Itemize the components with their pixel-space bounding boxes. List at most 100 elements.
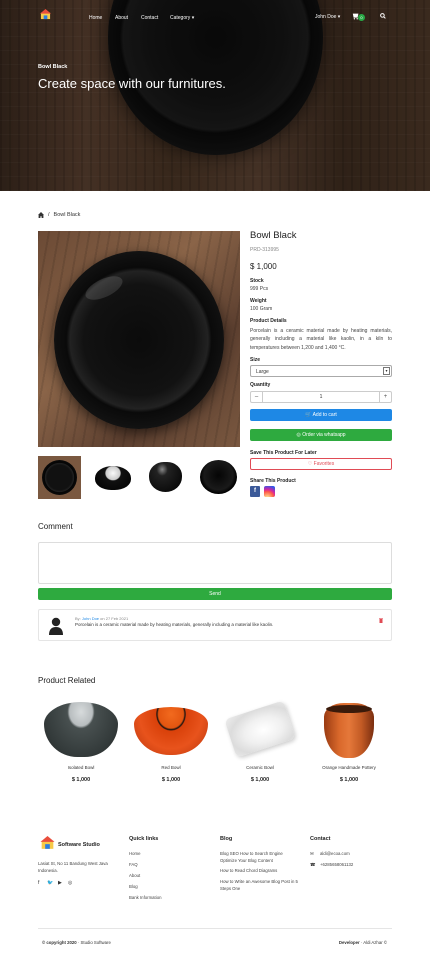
product-thumbnail[interactable] [144, 456, 187, 499]
quantity-stepper: – 1 + [250, 391, 392, 403]
nav-about[interactable]: About [115, 15, 128, 21]
related-product-name: Isolated Bowl [67, 765, 95, 770]
top-nav: Home About Contact Category ▾ John Doe ▾… [0, 0, 430, 34]
size-label: Size [250, 357, 261, 363]
footer-blog-link[interactable]: How to Write an Awesome Blog Post in 5 S… [220, 879, 300, 892]
comment-text: Porcelain is a ceramic material made by … [75, 622, 274, 627]
whatsapp-icon: ◎ [296, 432, 301, 438]
facebook-icon[interactable]: f [38, 880, 39, 886]
thumbnail-bowl [95, 466, 131, 490]
footer-link-faq[interactable]: FAQ [129, 862, 138, 869]
developer-prefix: Developer [338, 940, 360, 945]
add-to-cart-button[interactable]: 🛒 Add to cart [250, 409, 392, 421]
product-details: Porcelain is a ceramic material made by … [250, 328, 392, 351]
comment-section-title: Comment [38, 522, 73, 531]
developer-credit: Developer · Aldi Azhar © [339, 940, 387, 945]
related-product-name: Ceramic Bowl [246, 765, 274, 770]
instagram-icon[interactable]: ◎ [68, 880, 72, 886]
related-product-image [42, 697, 120, 761]
footer-phone[interactable]: +6285658061132 [320, 862, 353, 869]
details-label: Product Details [250, 318, 287, 324]
breadcrumb-current: Bowl Black [53, 212, 81, 218]
hero-title: Create space with our furnitures. [38, 76, 226, 91]
order-whatsapp-label: Order via whatsapp [302, 432, 346, 438]
footer-email[interactable]: aldi@ecoa.com [320, 851, 350, 858]
share-label: Share This Product [250, 478, 296, 484]
thumbnail-bowl [149, 462, 182, 492]
youtube-icon[interactable]: ▶ [58, 880, 62, 886]
favorite-label: Favorites [313, 461, 335, 467]
breadcrumb: / Bowl Black [38, 212, 80, 218]
related-product-price: $ 1,000 [71, 777, 91, 783]
cart-icon: 🛒 [305, 412, 312, 418]
ceramic-bowl-image [224, 700, 296, 758]
footer-blog-link[interactable]: How to Read Chord Diagrams [220, 868, 300, 875]
comment-textarea[interactable] [38, 542, 392, 584]
related-product-card[interactable]: Orange Handmade Pottery $ 1,000 [310, 697, 388, 783]
add-to-cart-label: Add to cart [312, 412, 337, 418]
quantity-label: Quantity [250, 382, 271, 388]
developer-name: · Aldi Azhar © [360, 940, 387, 945]
comment-date: on 27 Feb 2021 [100, 616, 129, 621]
nav-category-label: Category [170, 15, 191, 21]
weight-label: Weight [250, 298, 267, 304]
pottery-image [324, 703, 374, 758]
stock-label: Stock [250, 278, 264, 284]
related-product-card[interactable]: Red Bowl $ 1,000 [132, 697, 210, 783]
related-section-title: Product Related [38, 676, 96, 685]
brand-logo[interactable] [40, 9, 51, 20]
quantity-decrease-button[interactable]: – [251, 392, 263, 402]
heart-icon: ♡ [307, 461, 313, 467]
related-product-price: $ 1,000 [339, 777, 359, 783]
related-product-card[interactable]: Ceramic Bowl $ 1,000 [221, 697, 299, 783]
footer-link-blog[interactable]: Blog [129, 884, 138, 891]
size-select[interactable]: Large ▾ [250, 365, 392, 377]
send-comment-button[interactable]: Send [38, 588, 392, 600]
bowl-image [54, 251, 224, 429]
quantity-increase-button[interactable]: + [379, 392, 391, 402]
related-product-name: Red Bowl [161, 765, 181, 770]
size-selected-value: Large [256, 369, 269, 375]
nav-category[interactable]: Category ▾ [170, 15, 194, 21]
product-code: PRD-313995 [250, 247, 279, 253]
phone-icon: ☎ [310, 862, 316, 867]
product-title: Bowl Black [250, 230, 297, 241]
related-product-price: $ 1,000 [161, 777, 181, 783]
chevron-down-icon: ▾ [191, 15, 195, 21]
nav-home[interactable]: Home [89, 15, 102, 21]
thumbnail-bowl [200, 460, 237, 494]
avatar [49, 617, 63, 635]
related-product-name: Orange Handmade Pottery [322, 765, 376, 770]
comment-author[interactable]: John Doe [82, 616, 99, 621]
footer-link-bank-information[interactable]: Bank Information [129, 895, 161, 902]
stock-value: 999 Pcs [250, 286, 269, 292]
product-main-image [38, 231, 240, 447]
nav-contact[interactable]: Contact [141, 15, 158, 21]
email-icon: ✉ [310, 851, 314, 856]
chevron-down-icon: ▾ [337, 14, 341, 20]
twitter-icon[interactable]: 🐦 [47, 880, 53, 886]
footer-address: Lasiat St, No 11 Bandung West Java Indon… [38, 861, 108, 873]
order-whatsapp-button[interactable]: ◎ Order via whatsapp [250, 429, 392, 441]
footer-link-about[interactable]: About [129, 873, 140, 880]
footer-blog-link[interactable]: Blog SEO How to Search Engine Optimize Y… [220, 851, 300, 864]
user-menu[interactable]: John Doe ▾ [315, 14, 340, 20]
product-thumbnail[interactable] [91, 456, 134, 499]
product-thumbnail[interactable] [38, 456, 81, 499]
thumbnail-bowl [42, 460, 77, 495]
weight-value: 100 Gram [250, 306, 273, 312]
favorite-button[interactable]: ♡ Favorites [250, 458, 392, 470]
instagram-share-icon[interactable] [264, 486, 275, 497]
related-product-card[interactable]: Isolated Bowl $ 1,000 [42, 697, 120, 783]
quick-links-title: Quick links [129, 836, 159, 842]
facebook-share-icon[interactable]: f [250, 486, 260, 497]
trash-icon[interactable] [379, 618, 383, 623]
footer-logo[interactable] [40, 836, 55, 850]
quantity-input[interactable]: 1 [263, 392, 379, 402]
chevron-down-icon: ▾ [383, 367, 390, 375]
search-icon[interactable] [380, 13, 386, 19]
user-name: John Doe [315, 14, 337, 20]
footer-link-home[interactable]: Home [129, 851, 140, 858]
product-thumbnail[interactable] [197, 456, 240, 499]
home-icon[interactable] [38, 212, 44, 218]
